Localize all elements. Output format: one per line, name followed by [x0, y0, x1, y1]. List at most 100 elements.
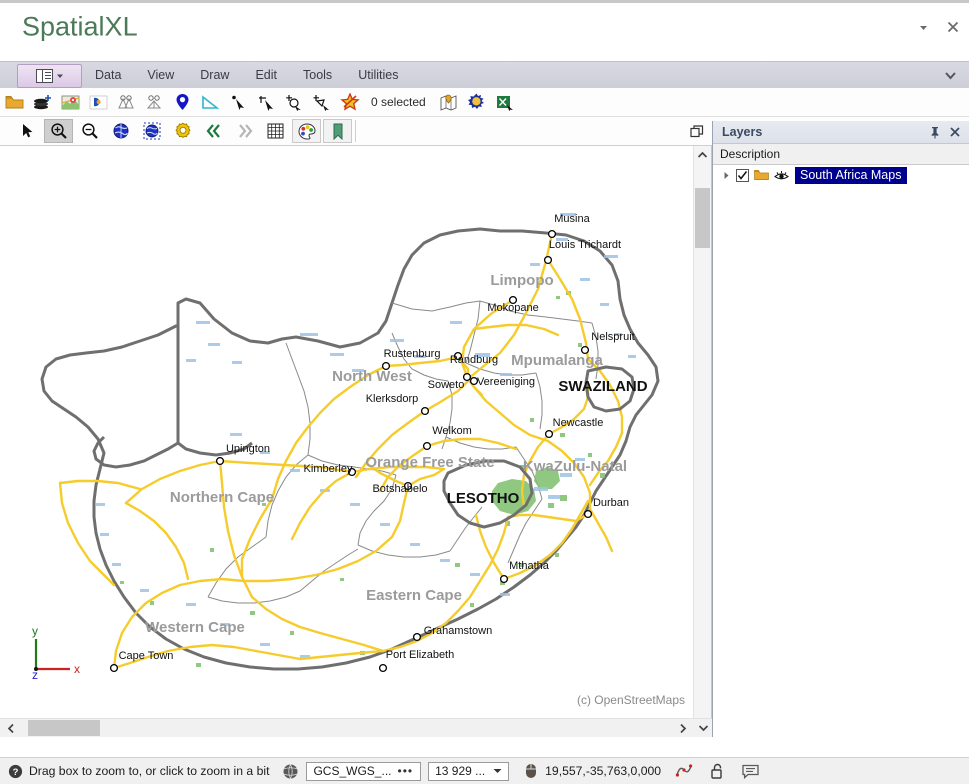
layer-visibility-checkbox[interactable] [736, 169, 749, 182]
select-polygon-icon[interactable] [308, 89, 336, 115]
crs-field[interactable]: GCS_WGS_... ••• [306, 762, 421, 781]
layer-tree-row[interactable]: South Africa Maps [713, 165, 969, 185]
layers-panel-header: Layers [713, 121, 969, 144]
measure-triangle-icon[interactable] [196, 89, 224, 115]
province-label: KwaZulu-Natal [523, 458, 627, 475]
menu-item-data[interactable]: Data [82, 62, 134, 89]
close-icon[interactable] [947, 124, 963, 140]
polyline-icon[interactable] [674, 762, 694, 780]
app-title: SpatialXL [22, 12, 138, 43]
select-pair-alt-icon[interactable] [140, 89, 168, 115]
browse-data-icon[interactable] [84, 89, 112, 115]
city-marker [545, 257, 552, 264]
open-folder-icon[interactable] [0, 89, 28, 115]
crs-value: GCS_WGS_... [307, 764, 397, 778]
map-horizontal-scrollbar[interactable] [0, 718, 711, 737]
zoom-in-tool[interactable] [44, 119, 73, 143]
svg-text:y: y [32, 627, 38, 638]
map-panel-restore-button[interactable] [688, 123, 706, 141]
city-marker [111, 665, 118, 672]
city-label: Musina [554, 213, 590, 225]
menu-item-draw[interactable]: Draw [187, 62, 242, 89]
cursor-coordinates: 19,557,-35,763,0,000 [545, 764, 661, 778]
unlock-icon[interactable] [707, 762, 727, 780]
chevron-down-icon [56, 72, 64, 80]
add-layer-icon[interactable] [28, 89, 56, 115]
help-icon[interactable]: ? [7, 763, 23, 779]
city-marker [549, 231, 556, 238]
thematic-map-icon[interactable] [435, 89, 463, 115]
toolbar-separator [355, 120, 356, 142]
layers-panel-title: Layers [722, 125, 762, 139]
zoom-layer-extent-tool[interactable] [137, 119, 166, 143]
add-marker-icon[interactable] [168, 89, 196, 115]
expand-arrow-icon[interactable] [721, 170, 732, 181]
clear-selection-icon[interactable] [336, 89, 364, 115]
city-label: Newcastle [553, 417, 604, 429]
layers-panel: Layers Description [712, 121, 969, 737]
zoom-full-extent-tool[interactable] [106, 119, 135, 143]
map-vertical-scrollbar[interactable] [693, 146, 711, 719]
close-button[interactable] [943, 17, 963, 37]
scroll-down-button[interactable] [695, 718, 712, 737]
menu-item-view[interactable]: View [134, 62, 187, 89]
scroll-left-button[interactable] [2, 719, 19, 737]
scale-field[interactable]: 13 929 ... [428, 762, 509, 781]
panel-toggle-button[interactable] [17, 64, 82, 88]
export-excel-icon[interactable] [491, 89, 519, 115]
layer-name-label[interactable]: South Africa Maps [795, 167, 907, 184]
palette-tool[interactable] [292, 119, 321, 143]
settings-gear-tool[interactable] [168, 119, 197, 143]
map-copyright: (c) OpenStreetMaps [577, 693, 685, 707]
map-image-icon[interactable] [56, 89, 84, 115]
coordinate-system-icon[interactable] [281, 762, 299, 780]
select-point-icon[interactable] [224, 89, 252, 115]
panel-dropdown-icon [36, 69, 53, 83]
scroll-up-button[interactable] [694, 146, 711, 163]
menu-item-tools[interactable]: Tools [290, 62, 345, 89]
vertical-scroll-thumb[interactable] [695, 188, 710, 248]
map-panel: MusinaLouis TrichardtMokopaneNelspruitRu… [0, 146, 712, 737]
next-view-tool[interactable] [230, 119, 259, 143]
map-canvas[interactable]: MusinaLouis TrichardtMokopaneNelspruitRu… [0, 146, 694, 719]
axis-indicator: y x z [26, 627, 86, 679]
zoom-out-tool[interactable] [75, 119, 104, 143]
globe-sun-icon[interactable] [463, 89, 491, 115]
select-rectangle-icon[interactable] [252, 89, 280, 115]
select-pair-icon[interactable] [112, 89, 140, 115]
province-label: Orange Free State [365, 454, 494, 471]
window-buttons [913, 17, 963, 37]
city-label: Cape Town [119, 650, 174, 662]
menu-item-utilities[interactable]: Utilities [345, 62, 411, 89]
status-bar: ? Drag box to zoom to, or click to zoom … [0, 757, 969, 784]
city-label: Rustenburg [384, 348, 441, 360]
province-label: Eastern Cape [366, 587, 462, 604]
city-marker [217, 458, 224, 465]
minimize-ribbon-button[interactable] [913, 17, 933, 37]
crs-more-button[interactable]: ••• [398, 764, 421, 778]
country-label: SWAZILAND [558, 378, 647, 395]
menu-overflow-button[interactable] [943, 68, 957, 82]
province-label: Northern Cape [170, 489, 274, 506]
scroll-right-button[interactable] [674, 719, 691, 737]
selection-count-label: 0 selected [364, 95, 435, 109]
main-toolbar: 0 selected [0, 88, 969, 117]
previous-view-tool[interactable] [199, 119, 228, 143]
province-label: Western Cape [145, 619, 245, 636]
chevron-down-icon[interactable] [491, 768, 508, 774]
city-label: Welkom [432, 425, 472, 437]
layers-column-header[interactable]: Description [713, 144, 969, 165]
city-label: Mthatha [509, 560, 550, 572]
grid-tool[interactable] [261, 119, 290, 143]
country-label: LESOTHO [447, 490, 520, 507]
eye-icon[interactable] [773, 169, 789, 182]
bookmark-tool[interactable] [323, 119, 352, 143]
select-circle-icon[interactable] [280, 89, 308, 115]
note-icon[interactable] [740, 762, 760, 780]
horizontal-scroll-thumb[interactable] [28, 720, 100, 736]
city-label: Durban [593, 497, 629, 509]
menu-item-edit[interactable]: Edit [242, 62, 290, 89]
city-label: Soweto [428, 379, 465, 391]
pointer-tool[interactable] [13, 119, 42, 143]
pin-icon[interactable] [927, 124, 943, 140]
